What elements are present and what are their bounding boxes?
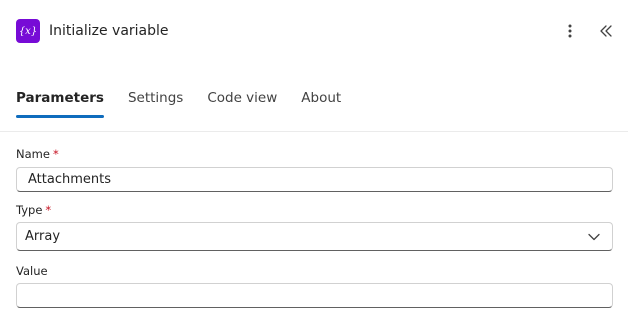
tab-list: Parameters Settings Code view About [16, 86, 365, 120]
action-details-panel: {x} Initialize variable Parameters Setti… [0, 0, 628, 329]
required-marker: * [52, 147, 59, 161]
chevron-double-left-icon [600, 25, 612, 37]
tab-label: Code view [207, 90, 278, 106]
tabs-divider [0, 131, 628, 132]
more-vertical-icon [568, 24, 572, 38]
name-input[interactable] [16, 167, 613, 192]
tab-label: About [301, 90, 342, 106]
type-label: Type * [16, 202, 51, 218]
tab-parameters[interactable]: Parameters [16, 86, 104, 118]
panel-header: {x} Initialize variable [16, 19, 618, 43]
chevron-down-icon [586, 229, 602, 245]
type-dropdown[interactable]: Array [16, 222, 613, 251]
value-label-text: Value [16, 264, 48, 278]
value-input[interactable] [16, 283, 613, 308]
name-label-text: Name [16, 147, 50, 161]
type-label-text: Type [16, 203, 43, 217]
action-title: Initialize variable [49, 23, 169, 39]
tab-code-view[interactable]: Code view [207, 86, 277, 110]
name-label: Name * [16, 146, 59, 162]
variable-icon-glyph: {x} [18, 25, 38, 37]
value-label: Value [16, 263, 48, 279]
tab-settings[interactable]: Settings [128, 86, 183, 110]
tab-about[interactable]: About [301, 86, 341, 110]
type-selected-value: Array [25, 229, 61, 244]
tab-label: Parameters [16, 90, 104, 106]
variable-icon: {x} [16, 19, 40, 43]
tab-label: Settings [127, 90, 184, 106]
active-tab-indicator [16, 115, 104, 118]
collapse-panel-button[interactable] [594, 19, 618, 43]
required-marker: * [45, 203, 52, 217]
more-options-button[interactable] [558, 19, 582, 43]
